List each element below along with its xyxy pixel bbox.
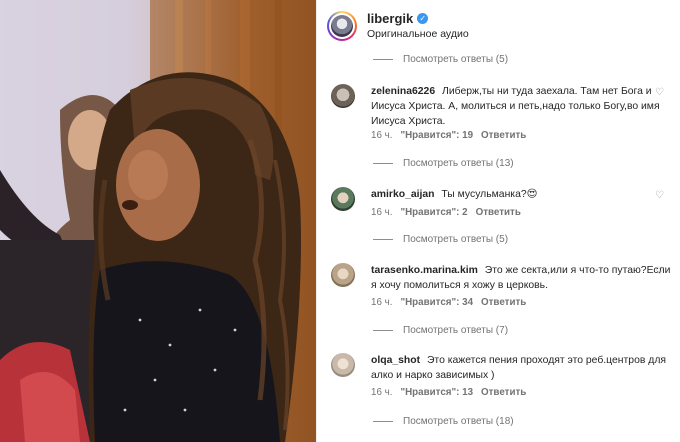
- comment-likes[interactable]: "Нравится": 13: [400, 387, 473, 398]
- author-username[interactable]: libergik: [367, 11, 413, 26]
- view-replies-label: Посмотреть ответы (5): [403, 53, 509, 65]
- reply-button[interactable]: Ответить: [476, 207, 521, 218]
- comment-meta: 16 ч. "Нравится": 19 Ответить: [371, 130, 526, 141]
- reply-divider: [373, 58, 393, 60]
- reply-button[interactable]: Ответить: [481, 130, 526, 141]
- commenter-username[interactable]: amirko_aijan: [371, 189, 435, 200]
- comment-body: olqa_shot Это кажется пения проходят это…: [371, 353, 671, 383]
- reply-button[interactable]: Ответить: [481, 387, 526, 398]
- reply-divider: [373, 420, 393, 422]
- view-replies-button[interactable]: Посмотреть ответы (13): [373, 156, 514, 170]
- reply-divider: [373, 162, 393, 164]
- commenter-avatar[interactable]: [331, 84, 355, 108]
- comment-meta: 16 ч. "Нравится": 13 Ответить: [371, 387, 526, 398]
- comment-time: 16 ч.: [371, 297, 393, 308]
- comment-time: 16 ч.: [371, 130, 393, 141]
- view-replies-label: Посмотреть ответы (7): [403, 324, 509, 336]
- commenter-avatar[interactable]: [331, 353, 355, 377]
- comments-panel: libergik ✓ Оригинальное аудио Посмотреть…: [316, 0, 680, 442]
- comment-text: Ты мусульманка?😍: [441, 189, 538, 200]
- author-username-row[interactable]: libergik ✓: [367, 11, 429, 26]
- heart-outline-icon[interactable]: ♡: [655, 191, 665, 201]
- reply-divider: [373, 238, 393, 240]
- reply-button[interactable]: Ответить: [481, 297, 526, 308]
- commenter-avatar[interactable]: [331, 263, 355, 287]
- heart-outline-icon[interactable]: ♡: [655, 267, 665, 277]
- verified-badge-icon: ✓: [417, 13, 429, 24]
- reply-divider: [373, 329, 393, 331]
- commenter-username[interactable]: tarasenko.marina.kim: [371, 265, 478, 276]
- comment-time: 16 ч.: [371, 207, 393, 218]
- commenter-username[interactable]: olqa_shot: [371, 355, 420, 366]
- view-replies-button[interactable]: Посмотреть ответы (18): [373, 414, 514, 428]
- audio-label[interactable]: Оригинальное аудио: [367, 28, 469, 40]
- post-video[interactable]: [0, 0, 316, 442]
- view-replies-button[interactable]: Посмотреть ответы (5): [373, 52, 508, 66]
- post-header: libergik ✓ Оригинальное аудио: [317, 0, 680, 50]
- commenter-avatar[interactable]: [331, 187, 355, 211]
- comment-body: zelenina6226 Либерж,ты ни туда заехала. …: [371, 84, 671, 129]
- heart-outline-icon[interactable]: ♡: [655, 88, 665, 98]
- view-replies-button[interactable]: Посмотреть ответы (5): [373, 232, 508, 246]
- author-avatar[interactable]: [327, 11, 357, 41]
- comment-meta: 16 ч. "Нравится": 34 Ответить: [371, 297, 526, 308]
- comment-body: amirko_aijan Ты мусульманка?😍: [371, 187, 671, 202]
- video-frame: [0, 0, 316, 442]
- comment-body: tarasenko.marina.kim Это же секта,или я …: [371, 263, 671, 293]
- commenter-username[interactable]: zelenina6226: [371, 86, 435, 97]
- heart-outline-icon[interactable]: ♡: [655, 357, 665, 367]
- view-replies-label: Посмотреть ответы (5): [403, 233, 509, 245]
- view-replies-label: Посмотреть ответы (18): [403, 415, 514, 427]
- view-replies-label: Посмотреть ответы (13): [403, 157, 514, 169]
- view-replies-button[interactable]: Посмотреть ответы (7): [373, 323, 508, 337]
- comment-meta: 16 ч. "Нравится": 2 Ответить: [371, 207, 521, 218]
- comment-likes[interactable]: "Нравится": 19: [400, 130, 473, 141]
- comment-likes[interactable]: "Нравится": 34: [400, 297, 473, 308]
- comment-time: 16 ч.: [371, 387, 393, 398]
- comment-likes[interactable]: "Нравится": 2: [400, 207, 467, 218]
